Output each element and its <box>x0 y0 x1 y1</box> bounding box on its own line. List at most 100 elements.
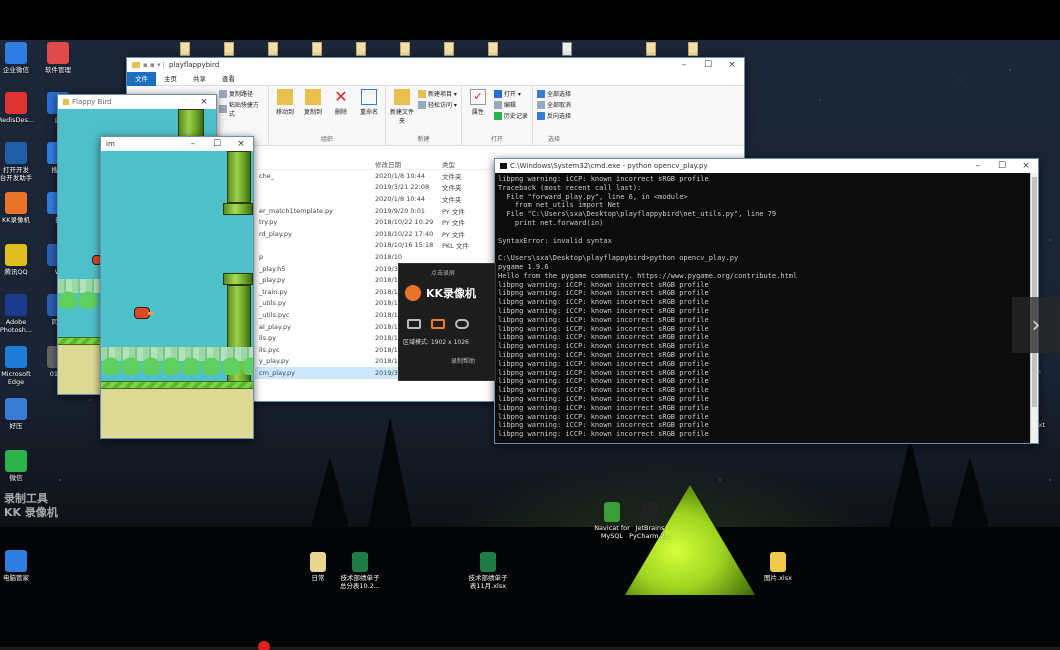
move-to-button[interactable]: 移动到 <box>273 89 297 116</box>
screen-mode-icon[interactable] <box>407 319 421 329</box>
delete-button[interactable]: ✕ 删除 <box>329 87 353 117</box>
app-icon <box>5 92 27 114</box>
file-icon[interactable] <box>444 42 454 56</box>
file-icon[interactable] <box>488 42 498 56</box>
close-button[interactable]: × <box>192 95 216 109</box>
file-icon[interactable] <box>312 42 322 56</box>
tab-view[interactable]: 查看 <box>214 72 243 86</box>
file-icon[interactable] <box>224 42 234 56</box>
next-arrow-button[interactable]: › <box>1012 297 1060 353</box>
properties-check-icon: ✓ <box>469 89 486 105</box>
file-icon <box>352 552 368 572</box>
console-line: libpng warning: iCCP: known incorrect sR… <box>498 359 709 368</box>
file-icon[interactable] <box>356 42 366 56</box>
desktop-icon[interactable]: 技术部绩单子 总分表10.2... <box>330 552 390 590</box>
properties-button[interactable]: ✓ 属性 <box>466 89 490 116</box>
text-file-icon[interactable] <box>562 42 572 56</box>
flappy-titlebar[interactable]: Flappy Bird × <box>58 95 216 109</box>
im-game-canvas[interactable] <box>101 151 253 438</box>
close-button[interactable]: × <box>1014 159 1038 173</box>
invert-selection-button[interactable]: 反向选择 <box>536 111 571 120</box>
close-button[interactable]: × <box>720 58 744 72</box>
console-line: libpng warning: iCCP: known incorrect sR… <box>498 350 709 359</box>
select-all-button[interactable]: 全部选择 <box>536 89 571 98</box>
desktop-icon[interactable]: 图片.xlsx <box>748 552 808 582</box>
easy-access-button[interactable]: 轻松访问 ▾ <box>418 100 457 109</box>
im-window[interactable]: im – ☐ × <box>100 136 254 439</box>
game-mode-icon[interactable] <box>455 319 469 329</box>
copy-path-button[interactable]: 复制路径 <box>219 89 264 98</box>
tab-home[interactable]: 主页 <box>156 72 185 86</box>
desktop-icon[interactable]: 微信 <box>0 450 40 482</box>
tab-share[interactable]: 共享 <box>185 72 214 86</box>
kk-mode-text: 区域模式: 1902 x 1026 <box>403 339 469 346</box>
history-button[interactable]: 历史记录 <box>493 111 528 120</box>
console-line: libpng warning: iCCP: known incorrect sR… <box>498 421 709 430</box>
console-line: libpng warning: iCCP: known incorrect sR… <box>498 394 709 403</box>
file-icon <box>480 552 496 572</box>
minimize-button[interactable]: – <box>966 159 990 173</box>
new-folder-button[interactable]: 新建文件夹 <box>390 89 414 125</box>
im-title: im <box>106 140 115 148</box>
copy-to-button[interactable]: 复制到 <box>301 89 325 116</box>
file-icon[interactable] <box>646 42 656 56</box>
minimize-button[interactable]: – <box>672 58 696 72</box>
app-icon <box>5 192 27 214</box>
kk-top-label: 点击录屏 <box>431 270 456 277</box>
new-item-button[interactable]: 新建项目 ▾ <box>418 89 457 98</box>
cmd-titlebar[interactable]: C:\Windows\System32\cmd.exe - python ope… <box>495 159 1038 173</box>
new-folder-icon <box>394 89 410 105</box>
file-icon <box>310 552 326 572</box>
delete-x-icon: ✕ <box>334 87 348 106</box>
desktop-icon[interactable]: JetBrains PyCharm 2... <box>620 502 680 540</box>
desktop-icon[interactable]: 好压 <box>0 398 40 430</box>
explorer-titlebar[interactable]: ▪ ▪ ▾ | playflappybird – ☐ × <box>127 58 744 72</box>
folder-icon <box>132 62 140 68</box>
explorer-title: playflappybird <box>169 61 220 69</box>
maximize-button[interactable]: ☐ <box>205 137 229 151</box>
column-type[interactable]: 类型 <box>442 159 492 169</box>
console-line: libpng warning: iCCP: known incorrect sR… <box>498 324 709 333</box>
select-none-button[interactable]: 全部取消 <box>536 100 571 109</box>
console-line: print net.forward(in) <box>498 218 604 227</box>
file-icon[interactable] <box>400 42 410 56</box>
cmd-title: C:\Windows\System32\cmd.exe - python ope… <box>510 162 708 170</box>
file-icon[interactable] <box>268 42 278 56</box>
kk-help-link[interactable]: 录制帮助 <box>399 348 495 365</box>
file-icon[interactable] <box>688 42 698 56</box>
ribbon-group-select: 全部选择 全部取消 反向选择 选择 <box>533 86 575 145</box>
kk-recorder-panel[interactable]: 点击录屏 KK录像机 区域模式: 1902 x 1026 录制帮助 <box>398 263 496 381</box>
rename-icon <box>361 89 377 105</box>
kk-logo-icon <box>403 283 423 303</box>
maximize-button[interactable]: ☐ <box>990 159 1014 173</box>
desktop-icon-txt[interactable]: txt <box>1036 421 1060 429</box>
desktop-icon[interactable]: 软件管理 <box>34 42 82 74</box>
quick-access-icons[interactable]: ▪ ▪ ▾ | <box>143 61 165 69</box>
console-output[interactable]: libpng warning: iCCP: known incorrect sR… <box>495 173 1038 441</box>
desktop-icon[interactable]: 电脑管家 <box>0 550 40 582</box>
edit-button[interactable]: 编辑 <box>493 100 528 109</box>
close-button[interactable]: × <box>229 137 253 151</box>
rename-button[interactable]: 重命名 <box>357 89 381 116</box>
file-icon <box>604 502 620 522</box>
maximize-button[interactable]: ☐ <box>696 58 720 72</box>
console-line: libpng warning: iCCP: known incorrect sR… <box>498 386 709 395</box>
scrollbar-thumb[interactable] <box>1032 177 1037 407</box>
console-line: File "forward_play.py", line 6, in <modu… <box>498 192 688 201</box>
console-line: C:\Users\sxa\Desktop\playflappybird>pyth… <box>498 254 739 263</box>
tab-file[interactable]: 文件 <box>127 71 156 86</box>
paste-shortcut-button[interactable]: 粘贴快捷方式 <box>219 100 264 118</box>
region-mode-icon[interactable] <box>431 319 445 329</box>
open-button[interactable]: 打开 ▾ <box>493 89 528 98</box>
file-icon[interactable] <box>180 42 190 56</box>
column-date[interactable]: 修改日期 <box>375 159 442 169</box>
app-icon <box>5 294 27 316</box>
desktop-icon[interactable]: 技术部绩单子 表11月.xlsx <box>458 552 518 590</box>
progress-handle[interactable] <box>258 641 270 650</box>
minimize-button[interactable]: – <box>181 137 205 151</box>
im-titlebar[interactable]: im – ☐ × <box>101 137 253 151</box>
cmd-window[interactable]: C:\Windows\System32\cmd.exe - python ope… <box>494 158 1039 444</box>
console-line: libpng warning: iCCP: known incorrect sR… <box>498 403 709 412</box>
